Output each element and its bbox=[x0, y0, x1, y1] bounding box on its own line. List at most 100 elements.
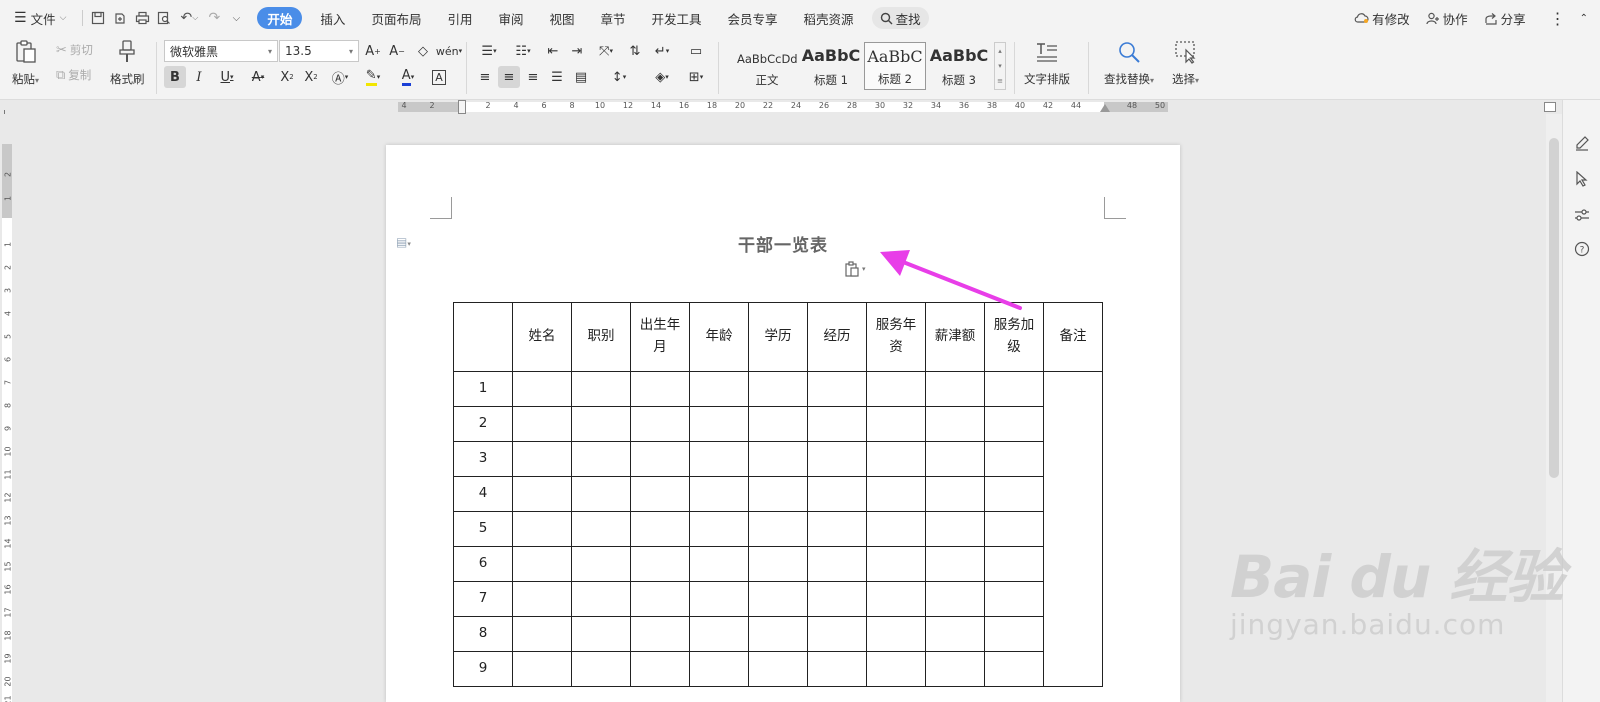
ruler-toggle-icon[interactable] bbox=[1544, 102, 1556, 112]
format-painter-button[interactable]: 格式刷 bbox=[110, 39, 145, 87]
table-cell[interactable] bbox=[630, 651, 690, 687]
table-cell[interactable] bbox=[925, 406, 985, 442]
table-cell[interactable] bbox=[866, 371, 926, 407]
table-cell[interactable] bbox=[630, 616, 690, 652]
collapse-ribbon-icon[interactable]: ⌃ bbox=[1580, 13, 1600, 24]
table-cell[interactable] bbox=[512, 581, 572, 617]
clear-format-icon[interactable]: ◇ bbox=[412, 40, 434, 62]
redo-icon[interactable]: ↷ bbox=[203, 7, 225, 29]
table-cell[interactable] bbox=[689, 581, 749, 617]
tab-view[interactable]: 视图 bbox=[541, 7, 582, 29]
table-cell[interactable] bbox=[984, 476, 1044, 512]
print-preview-icon[interactable] bbox=[153, 7, 175, 29]
table-header-cell[interactable]: 出生年月 bbox=[630, 302, 690, 372]
tab-insert[interactable]: 插入 bbox=[312, 7, 353, 29]
row-number-cell[interactable]: 7 bbox=[453, 581, 513, 617]
table-cell[interactable] bbox=[925, 441, 985, 477]
row-number-cell[interactable]: 9 bbox=[453, 651, 513, 687]
phonetic-guide-icon[interactable]: wén ▾ bbox=[436, 40, 462, 62]
superscript-button[interactable]: X2 bbox=[276, 66, 298, 88]
table-cell[interactable] bbox=[512, 406, 572, 442]
character-border-icon[interactable]: A bbox=[428, 66, 450, 88]
tab-stops-icon[interactable]: ▭ bbox=[682, 40, 710, 62]
cut-button[interactable]: ✂ 剪切 bbox=[56, 42, 93, 58]
table-cell[interactable] bbox=[866, 651, 926, 687]
find-replace-button[interactable]: 查找替换▾ bbox=[1104, 39, 1154, 87]
table-cell[interactable] bbox=[630, 406, 690, 442]
table-cell[interactable] bbox=[984, 406, 1044, 442]
table-cell[interactable] bbox=[630, 371, 690, 407]
strikethrough-button[interactable]: A ▾ bbox=[244, 66, 272, 88]
table-cell[interactable] bbox=[571, 581, 631, 617]
table-cell[interactable] bbox=[866, 581, 926, 617]
table-cell[interactable] bbox=[807, 371, 867, 407]
table-cell[interactable] bbox=[512, 616, 572, 652]
table-cell[interactable] bbox=[571, 546, 631, 582]
customize-toolbar-icon[interactable]: ⌵ bbox=[225, 7, 247, 29]
table-cell[interactable] bbox=[571, 371, 631, 407]
table-header-cell[interactable] bbox=[453, 302, 513, 372]
table-cell[interactable] bbox=[925, 476, 985, 512]
modified-status-button[interactable]: 有修改 bbox=[1346, 9, 1418, 28]
table-header-cell[interactable]: 姓名 bbox=[512, 302, 572, 372]
table-cell[interactable] bbox=[984, 511, 1044, 547]
table-cell[interactable] bbox=[571, 511, 631, 547]
table-header-cell[interactable]: 经历 bbox=[807, 302, 867, 372]
scrollbar-thumb[interactable] bbox=[1549, 138, 1559, 478]
file-menu[interactable]: ☰ 文件 ⌵ bbox=[0, 7, 74, 29]
export-icon[interactable] bbox=[109, 7, 131, 29]
table-cell[interactable] bbox=[512, 546, 572, 582]
print-icon[interactable] bbox=[131, 7, 153, 29]
style-heading-2[interactable]: AaBbC 标题 2 bbox=[864, 42, 926, 90]
shading-icon[interactable]: ◈ ▾ bbox=[648, 66, 676, 88]
tab-references[interactable]: 引用 bbox=[439, 7, 480, 29]
table-cell[interactable] bbox=[925, 651, 985, 687]
table-cell[interactable] bbox=[866, 406, 926, 442]
right-indent-marker[interactable] bbox=[1100, 104, 1110, 112]
table-cell[interactable] bbox=[984, 616, 1044, 652]
underline-button[interactable]: U ▾ bbox=[212, 66, 242, 88]
search-button[interactable]: 查找 bbox=[871, 7, 929, 29]
table-cell[interactable] bbox=[571, 406, 631, 442]
table-cell[interactable] bbox=[925, 546, 985, 582]
more-options-icon[interactable]: ⋮ bbox=[1534, 9, 1580, 28]
tab-docer[interactable]: 稻壳资源 bbox=[796, 7, 862, 29]
shrink-font-icon[interactable]: A − bbox=[386, 40, 408, 62]
tab-member[interactable]: 会员专享 bbox=[720, 7, 786, 29]
table-cell[interactable] bbox=[748, 581, 808, 617]
table-cell[interactable] bbox=[925, 581, 985, 617]
table-cell[interactable] bbox=[748, 546, 808, 582]
sort-icon[interactable]: ⇅ bbox=[624, 40, 646, 62]
row-number-cell[interactable]: 8 bbox=[453, 616, 513, 652]
table-cell[interactable] bbox=[689, 616, 749, 652]
bold-button[interactable]: B bbox=[164, 66, 186, 88]
horizontal-ruler[interactable]: 4 2 2 4 6 8 10 12 14 16 18 20 22 24 26 2… bbox=[0, 100, 1548, 114]
row-number-cell[interactable]: 1 bbox=[453, 371, 513, 407]
tab-review[interactable]: 审阅 bbox=[490, 7, 531, 29]
pointer-icon[interactable] bbox=[1571, 168, 1593, 190]
settings-sliders-icon[interactable] bbox=[1571, 204, 1593, 226]
increase-indent-icon[interactable]: ⇥ bbox=[566, 40, 588, 62]
indent-marker[interactable] bbox=[458, 100, 466, 114]
font-size-select[interactable]: 13.5 ▾ bbox=[279, 40, 359, 62]
help-icon[interactable]: ? bbox=[1571, 238, 1593, 260]
table-cell[interactable] bbox=[512, 476, 572, 512]
collaborate-button[interactable]: 协作 bbox=[1418, 9, 1476, 28]
table-cell[interactable] bbox=[984, 651, 1044, 687]
show-marks-icon[interactable]: ↵ ▾ bbox=[648, 40, 676, 62]
share-button[interactable]: 分享 bbox=[1476, 9, 1534, 28]
table-cell[interactable] bbox=[984, 581, 1044, 617]
table-cell[interactable] bbox=[689, 511, 749, 547]
bullet-list-icon[interactable]: ☰ ▾ bbox=[474, 40, 504, 62]
table-cell[interactable] bbox=[866, 616, 926, 652]
tab-chapter[interactable]: 章节 bbox=[593, 7, 634, 29]
document-page[interactable]: ▤▾ 干部一览表 ▾ 姓名 职别 出生年月 年龄 学历 经历 服务年资 薪津额 … bbox=[386, 145, 1180, 702]
tab-developer[interactable]: 开发工具 bbox=[644, 7, 710, 29]
decrease-indent-icon[interactable]: ⇤ bbox=[542, 40, 564, 62]
justify-icon[interactable]: ☰ bbox=[546, 66, 568, 88]
tab-home[interactable]: 开始 bbox=[257, 7, 303, 29]
vertical-ruler[interactable]: 2 1 1 2 3 4 5 6 7 8 9 10 11 12 13 14 15 … bbox=[0, 114, 14, 702]
copy-button[interactable]: ⧉ 复制 bbox=[56, 67, 91, 83]
italic-button[interactable]: I bbox=[188, 66, 210, 88]
table-header-cell[interactable]: 年龄 bbox=[689, 302, 749, 372]
